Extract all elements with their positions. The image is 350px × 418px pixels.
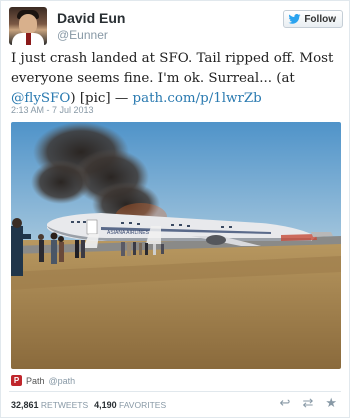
tweet-text-body: I just crash landed at SFO. Tail ripped … xyxy=(11,51,334,86)
tweet-actions: ↩ ⇄ ★ xyxy=(280,396,337,410)
attribution-source-name[interactable]: Path xyxy=(26,376,45,386)
follow-button-label: Follow xyxy=(304,13,336,25)
favorite-icon[interactable]: ★ xyxy=(325,396,337,410)
attribution-source-handle[interactable]: @path xyxy=(49,376,76,386)
twitter-bird-icon xyxy=(288,14,301,24)
tweet-text: I just crash landed at SFO. Tail ripped … xyxy=(11,49,341,109)
retweets-count: 32,861 xyxy=(11,400,39,410)
crash-photo-illustration: ASIANA AIRLINES xyxy=(11,122,341,369)
retweets-stat[interactable]: 32,861 RETWEETS xyxy=(11,400,88,410)
tweet-stats: 32,861 RETWEETS 4,190 FAVORITES xyxy=(11,400,166,410)
tweet-header: David Eun @Eunner Follow xyxy=(9,7,343,47)
divider xyxy=(9,391,341,392)
tweet-timestamp[interactable]: 2:13 AM - 7 Jul 2013 xyxy=(11,105,94,115)
tweet-photo[interactable]: ASIANA AIRLINES xyxy=(11,122,341,369)
avatar-tie xyxy=(26,33,31,45)
favorites-count: 4,190 xyxy=(94,400,117,410)
favorites-stat[interactable]: 4,190 FAVORITES xyxy=(94,400,166,410)
path-logo-letter: P xyxy=(13,376,20,385)
tweet-text-body-2: ) [pic] — xyxy=(70,91,133,106)
user-name[interactable]: David Eun xyxy=(57,10,125,26)
avatar[interactable] xyxy=(9,7,47,45)
reply-icon[interactable]: ↩ xyxy=(280,396,291,410)
plane-livery-text: ASIANA AIRLINES xyxy=(107,230,150,236)
mention-link[interactable]: @flySFO xyxy=(11,91,70,106)
retweet-icon[interactable]: ⇄ xyxy=(302,396,313,410)
retweets-label: RETWEETS xyxy=(40,400,89,410)
tweet-card: David Eun @Eunner Follow I just crash la… xyxy=(0,0,350,418)
path-logo-icon: P xyxy=(11,375,22,386)
path-link[interactable]: path.com/p/1lwrZb xyxy=(133,91,262,106)
avatar-face xyxy=(19,14,37,34)
photo-attribution: P Path @path xyxy=(11,375,75,386)
favorites-label: FAVORITES xyxy=(119,400,167,410)
user-handle[interactable]: @Eunner xyxy=(57,28,108,42)
follow-button[interactable]: Follow xyxy=(283,10,343,28)
